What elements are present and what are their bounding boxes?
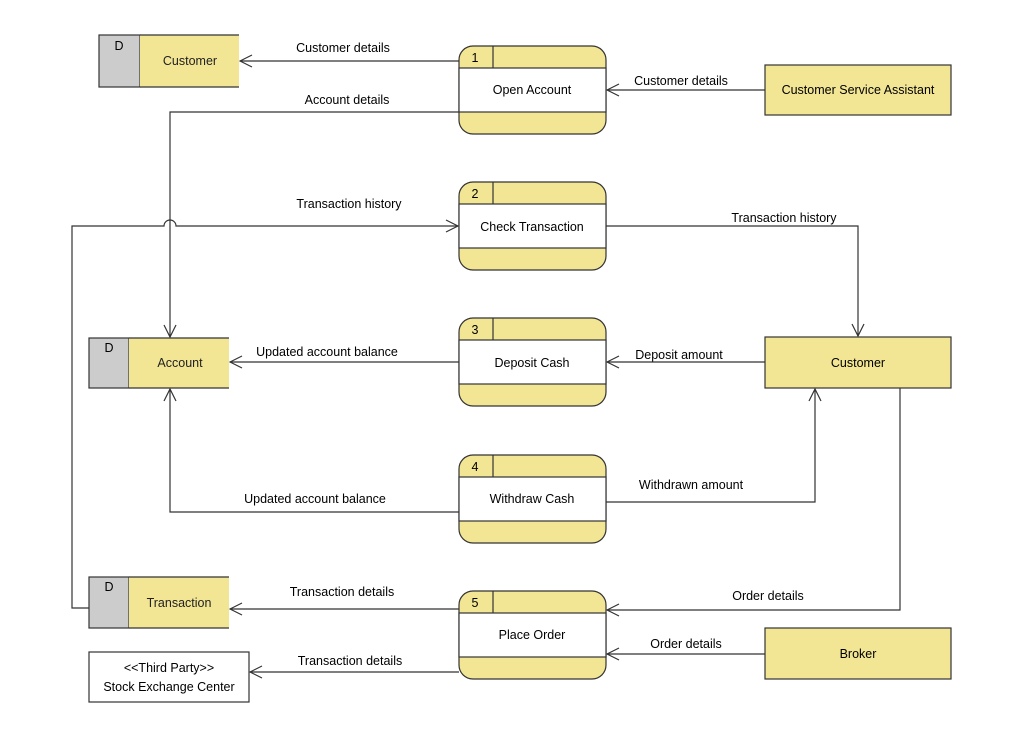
process-number: 3 xyxy=(472,323,479,337)
store-name: Transaction xyxy=(147,596,212,610)
process-withdraw-cash[interactable]: 4 Withdraw Cash xyxy=(458,454,607,544)
entity-name: Customer xyxy=(831,356,885,370)
flow-deposit-amount[interactable]: Deposit amount xyxy=(607,348,765,362)
flow-label: Order details xyxy=(732,589,804,603)
flow-label: Order details xyxy=(650,637,722,651)
entity-stock-exchange-center[interactable]: <<Third Party>> Stock Exchange Center xyxy=(88,651,250,703)
store-account[interactable]: D Account xyxy=(88,337,229,389)
flow-label: Withdrawn amount xyxy=(639,478,744,492)
flow-label: Transaction details xyxy=(298,654,402,668)
flow-label: Transaction details xyxy=(290,585,394,599)
flow-updated-balance-deposit[interactable]: Updated account balance xyxy=(230,345,459,362)
entity-name: Customer Service Assistant xyxy=(782,83,935,97)
entity-name: Broker xyxy=(840,647,877,661)
store-customer[interactable]: D Customer xyxy=(98,34,239,88)
store-id: D xyxy=(104,341,113,355)
flow-label: Deposit amount xyxy=(635,348,723,362)
flow-transaction-details-to-store[interactable]: Transaction details xyxy=(230,585,459,609)
store-transaction[interactable]: D Transaction xyxy=(88,576,229,629)
process-number: 4 xyxy=(472,460,479,474)
flow-label: Updated account balance xyxy=(244,492,386,506)
flow-customer-details-from-csa[interactable]: Customer details xyxy=(607,74,765,90)
process-place-order[interactable]: 5 Place Order xyxy=(458,590,607,680)
flow-label: Customer details xyxy=(296,41,390,55)
process-name: Place Order xyxy=(499,628,566,642)
data-flow-diagram: D Customer D Account D Transaction 1 Ope… xyxy=(71,34,952,703)
process-check-transaction[interactable]: 2 Check Transaction xyxy=(458,181,607,271)
flow-withdrawn-amount[interactable]: Withdrawn amount xyxy=(606,389,815,503)
process-open-account[interactable]: 1 Open Account xyxy=(458,45,607,135)
process-number: 5 xyxy=(472,596,479,610)
flow-label: Updated account balance xyxy=(256,345,398,359)
process-name: Open Account xyxy=(493,83,572,97)
flow-label: Transaction history xyxy=(731,211,837,225)
process-number: 2 xyxy=(472,187,479,201)
process-name: Withdraw Cash xyxy=(490,492,575,506)
entity-stereotype: <<Third Party>> xyxy=(124,661,214,675)
flow-label: Transaction history xyxy=(296,197,402,211)
flow-order-details-from-broker[interactable]: Order details xyxy=(607,637,765,654)
process-number: 1 xyxy=(472,51,479,65)
process-deposit-cash[interactable]: 3 Deposit Cash xyxy=(458,317,607,407)
flow-updated-balance-withdraw[interactable]: Updated account balance xyxy=(170,389,459,513)
flow-customer-details-to-store[interactable]: Customer details xyxy=(240,41,459,61)
entity-customer-service-assistant[interactable]: Customer Service Assistant xyxy=(764,64,952,116)
store-id: D xyxy=(104,580,113,594)
entity-broker[interactable]: Broker xyxy=(764,627,952,680)
store-name: Account xyxy=(157,356,203,370)
flow-label: Customer details xyxy=(634,74,728,88)
flow-account-details[interactable]: Account details xyxy=(170,93,459,337)
store-id: D xyxy=(114,39,123,53)
process-name: Check Transaction xyxy=(480,220,584,234)
store-name: Customer xyxy=(163,54,217,68)
flow-transaction-details-to-exchange[interactable]: Transaction details xyxy=(250,654,459,672)
flow-label: Account details xyxy=(305,93,390,107)
flow-transaction-history-to-customer[interactable]: Transaction history xyxy=(606,211,858,336)
flow-transaction-history-to-check[interactable]: Transaction history xyxy=(71,197,458,609)
process-name: Deposit Cash xyxy=(494,356,569,370)
entity-name: Stock Exchange Center xyxy=(103,680,234,694)
entity-customer[interactable]: Customer xyxy=(764,336,952,389)
flow-order-details-from-customer[interactable]: Order details xyxy=(607,388,901,610)
